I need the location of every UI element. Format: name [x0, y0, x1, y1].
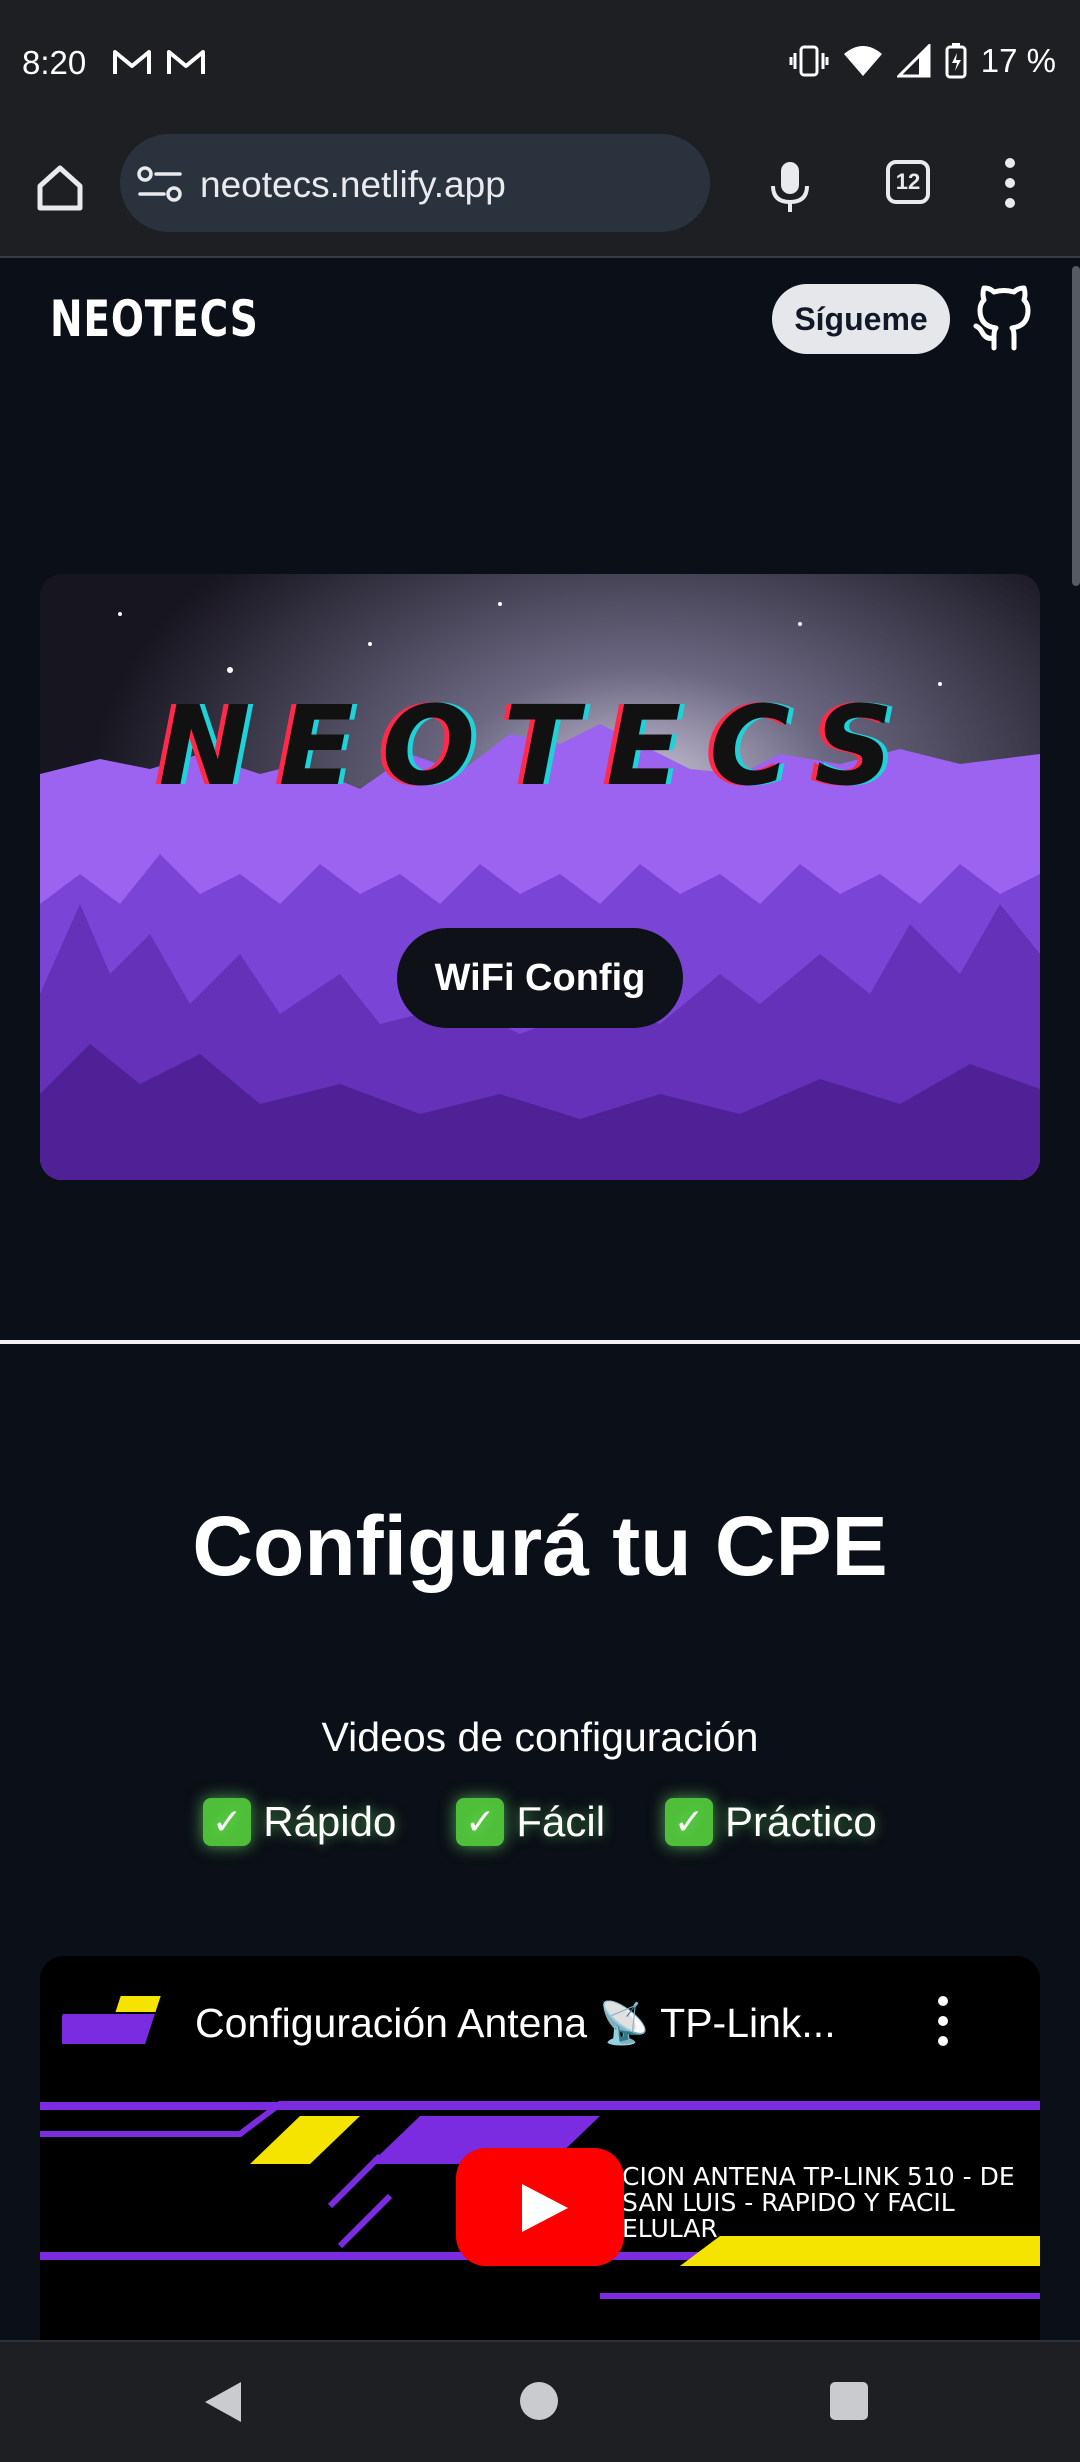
battery-level: 17 % — [980, 42, 1056, 79]
follow-button[interactable]: Sígueme — [772, 284, 950, 354]
section-title: Configurá tu CPE — [192, 1499, 888, 1593]
web-page: NEOTECS Sígueme NEOTECS WiFi Config Conf… — [0, 258, 1080, 2340]
home-circle-icon[interactable] — [520, 2382, 558, 2420]
feature-item: ✓ Rápido — [203, 1798, 396, 1846]
home-icon[interactable] — [30, 158, 90, 218]
browser-toolbar: neotecs.netlify.app 12 — [0, 130, 1080, 258]
tab-switcher-button[interactable]: 12 — [886, 160, 930, 204]
browser-menu-icon[interactable] — [1000, 158, 1020, 218]
system-navigation-bar — [0, 2340, 1080, 2462]
page-scrollbar[interactable] — [1072, 266, 1080, 586]
feature-item: ✓ Fácil — [456, 1798, 605, 1846]
channel-logo[interactable] — [62, 1992, 170, 2056]
gmail-icon — [167, 50, 205, 74]
site-settings-icon[interactable] — [136, 164, 186, 204]
address-bar[interactable]: neotecs.netlify.app — [120, 134, 710, 232]
github-icon[interactable] — [972, 284, 1036, 354]
signal-icon — [896, 44, 931, 78]
hero-banner: NEOTECS WiFi Config — [40, 574, 1040, 1180]
video-title[interactable]: Configuración Antena 📡 TP-Link... — [195, 2000, 836, 2048]
hero-background-image — [40, 574, 1040, 1180]
section-subtitle: Videos de configuración — [321, 1714, 759, 1760]
site-logo[interactable]: NEOTECS — [50, 290, 259, 348]
status-time: 8:20 — [22, 44, 87, 81]
play-button-icon[interactable] — [456, 2148, 624, 2266]
status-bar: 8:20 17 % — [0, 0, 1080, 130]
recent-apps-icon[interactable] — [830, 2382, 868, 2420]
check-mark-icon: ✓ — [203, 1798, 252, 1846]
feature-label: Fácil — [516, 1798, 606, 1845]
video-more-icon[interactable] — [936, 1996, 950, 2066]
thumbnail-text: CION ANTENA TP-LINK 510 - DE SAN LUIS - … — [622, 2162, 1015, 2243]
vibrate-icon — [789, 45, 829, 77]
microphone-icon[interactable] — [765, 158, 815, 218]
feature-label: Rápido — [263, 1798, 397, 1845]
wifi-config-button[interactable]: WiFi Config — [397, 928, 683, 1028]
feature-list: ✓ Rápido ✓ Fácil ✓ Práctico — [0, 1798, 1080, 1846]
video-embed[interactable]: Configuración Antena 📡 TP-Link... CION A… — [40, 1956, 1040, 2340]
feature-item: ✓ Práctico — [665, 1798, 877, 1846]
feature-label: Práctico — [725, 1798, 877, 1845]
check-mark-icon: ✓ — [456, 1798, 505, 1846]
status-indicators: 17 % — [789, 42, 1056, 80]
battery-icon — [945, 43, 967, 79]
section-divider — [0, 1340, 1080, 1344]
back-icon[interactable] — [205, 2382, 241, 2422]
hero-title: NEOTECS — [158, 682, 922, 810]
wifi-icon — [843, 46, 882, 76]
gmail-icon — [113, 50, 151, 74]
url-text[interactable]: neotecs.netlify.app — [200, 164, 506, 206]
check-mark-icon: ✓ — [665, 1798, 714, 1846]
